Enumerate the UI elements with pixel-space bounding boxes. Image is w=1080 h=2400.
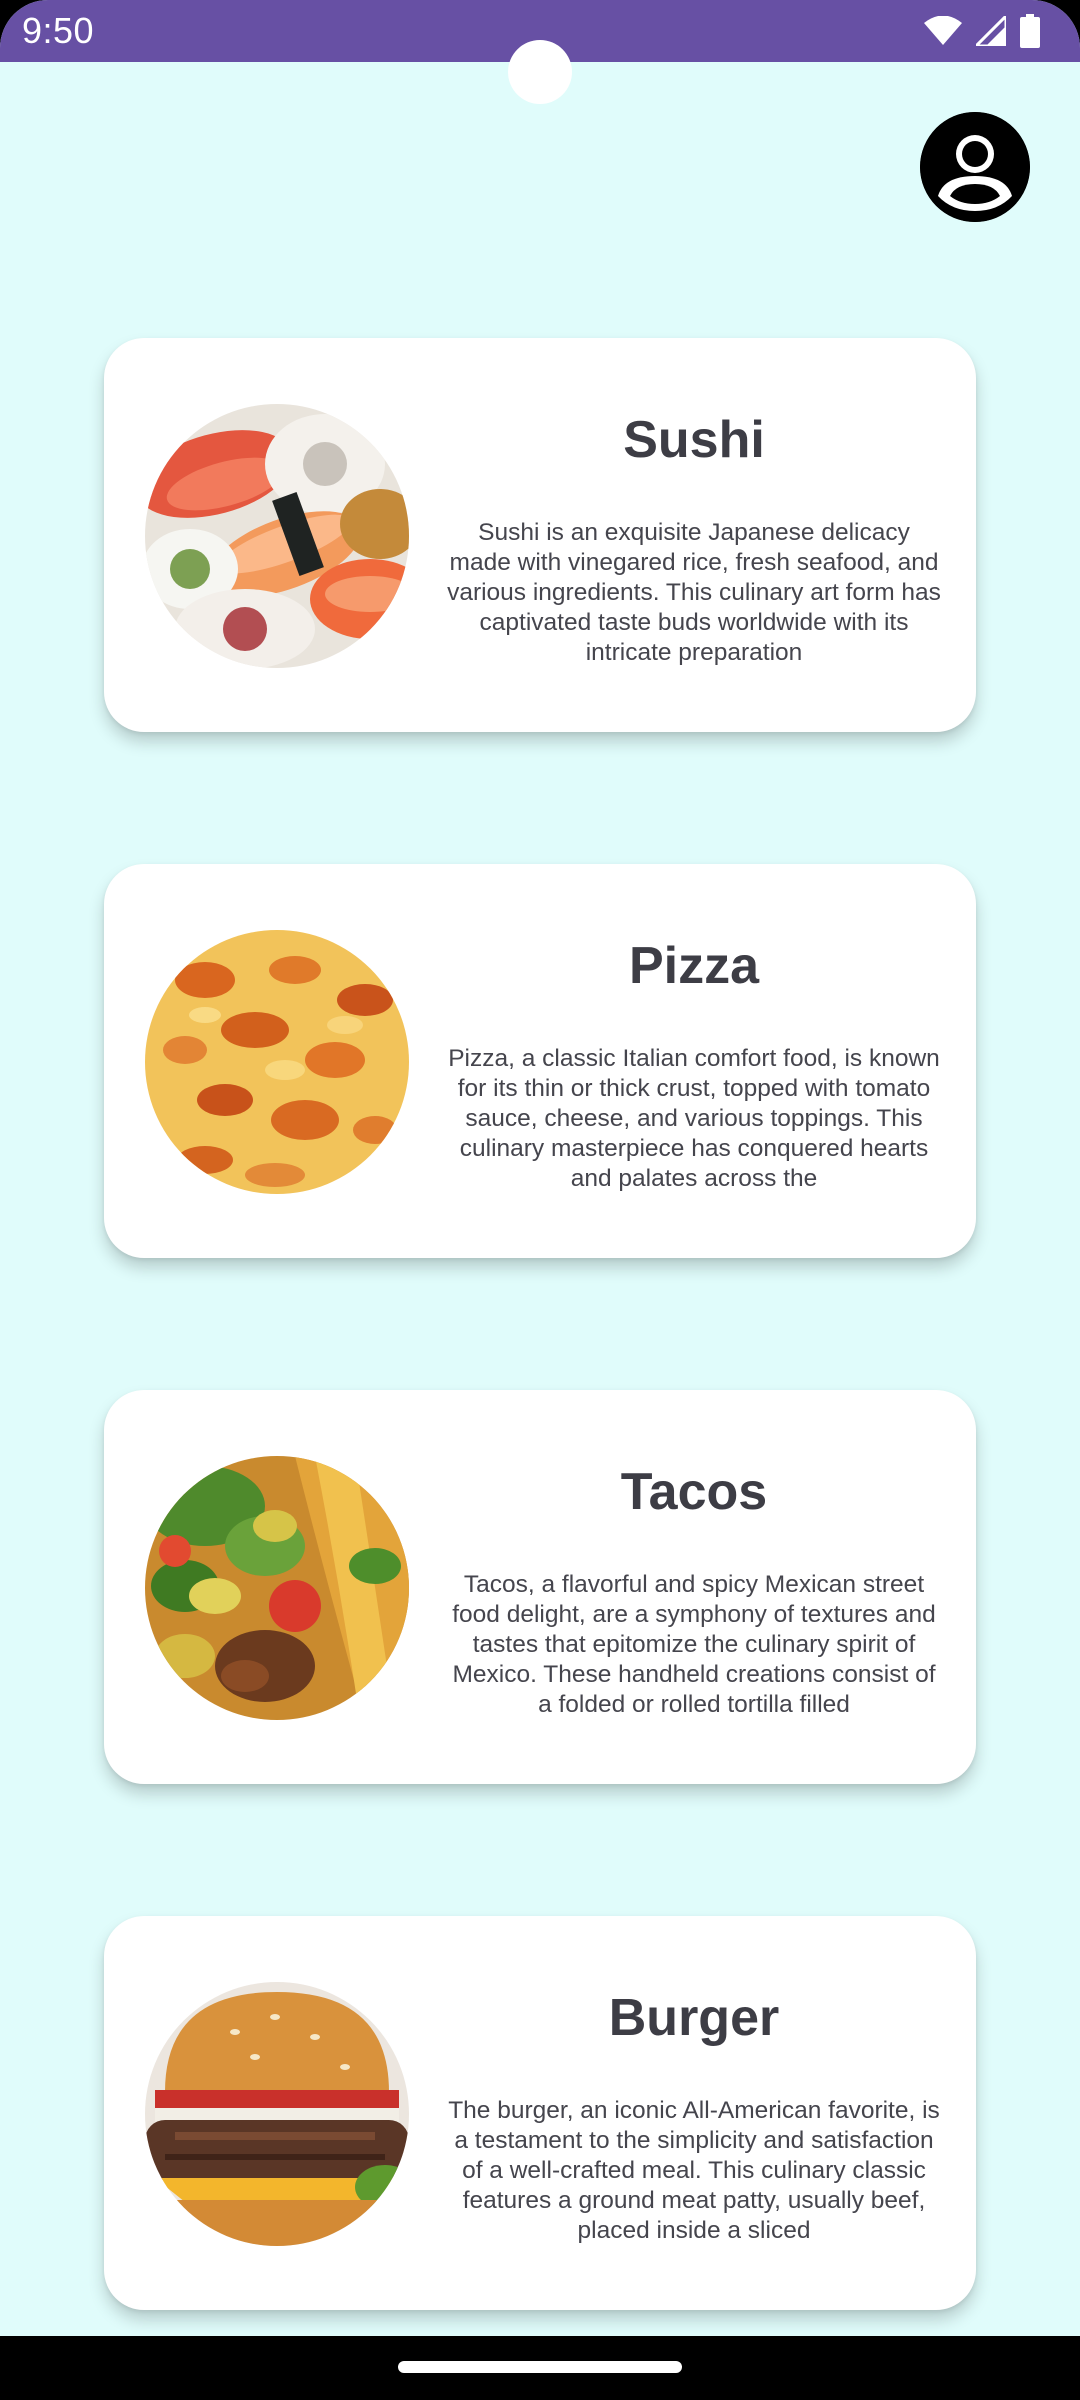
home-gesture-handle[interactable] [398,2361,682,2373]
status-icons [924,14,1040,48]
food-card-burger[interactable]: Burger The burger, an iconic All-America… [104,1916,976,2310]
pizza-photo [145,930,409,1194]
battery-icon [1020,14,1040,48]
food-title: Tacos [620,1463,768,1521]
cellular-signal-icon [976,16,1006,46]
food-title: Burger [608,1989,780,2047]
account-circle-icon [920,112,1030,222]
tacos-photo [145,1456,409,1720]
food-card-pizza[interactable]: Pizza Pizza, a classic Italian comfort f… [104,864,976,1258]
food-card-tacos[interactable]: Tacos Tacos, a flavorful and spicy Mexic… [104,1390,976,1784]
burger-photo [145,1982,409,2246]
food-card-sushi[interactable]: Sushi Sushi is an exquisite Japanese del… [104,338,976,732]
sushi-photo [145,404,409,668]
food-description: Sushi is an exquisite Japanese delicacy … [447,519,941,666]
food-description: The burger, an iconic All-American favor… [448,2097,940,2244]
camera-cutout [508,40,572,104]
wifi-icon [924,16,962,45]
status-time: 9:50 [22,10,95,51]
app-screen: 9:50 Sushi Sushi is an exquisite Japanes… [0,0,1080,2400]
profile-button[interactable] [920,112,1030,222]
food-description: Tacos, a flavorful and spicy Mexican str… [452,1571,936,1718]
food-title: Pizza [628,937,760,995]
food-description: Pizza, a classic Italian comfort food, i… [448,1045,940,1192]
food-title: Sushi [623,411,765,469]
